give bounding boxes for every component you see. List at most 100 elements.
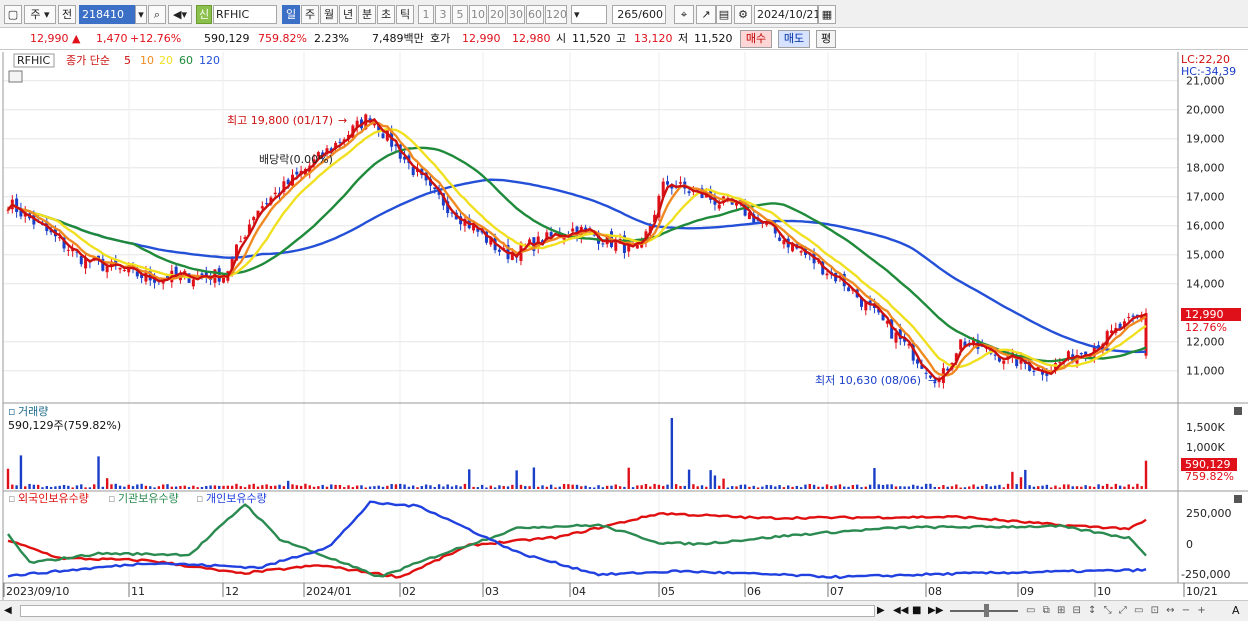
interval-button-3[interactable]: 10 bbox=[469, 5, 487, 24]
candle-body bbox=[799, 251, 803, 253]
chart-area[interactable]: RFHIC 종가 단순 5 10 20 60 120 LC:22,20 HC:-… bbox=[0, 50, 1248, 600]
interval-button-0[interactable]: 1 bbox=[418, 5, 434, 24]
stop-icon[interactable]: ■ bbox=[912, 603, 924, 619]
interval-button-5[interactable]: 30 bbox=[507, 5, 525, 24]
interval-button-4[interactable]: 20 bbox=[488, 5, 506, 24]
window-icon[interactable]: ▢ bbox=[4, 5, 22, 24]
period-button-2[interactable]: 월 bbox=[320, 5, 338, 24]
candle-body bbox=[717, 204, 721, 209]
price-tick: 12,000 bbox=[1186, 336, 1225, 349]
interval-button-1[interactable]: 3 bbox=[435, 5, 451, 24]
interval-button-2[interactable]: 5 bbox=[452, 5, 468, 24]
volume-bar bbox=[304, 483, 307, 489]
volume-bar bbox=[942, 485, 945, 489]
x-axis-label: 07 bbox=[830, 585, 844, 598]
bar-count[interactable]: 265/600 bbox=[612, 5, 666, 24]
foreign-holdings-label: 외국인보유수량 bbox=[18, 492, 89, 505]
volume-bar bbox=[838, 484, 842, 489]
volume-bar bbox=[877, 484, 880, 489]
volume-bar bbox=[256, 486, 260, 489]
crosshair-icon[interactable]: ⌖ bbox=[674, 5, 694, 24]
volume-bar bbox=[377, 485, 380, 489]
volume-bar bbox=[265, 484, 268, 489]
volume-bar bbox=[795, 485, 799, 489]
period-button-4[interactable]: 분 bbox=[358, 5, 376, 24]
scope-button[interactable]: 전 bbox=[58, 5, 76, 24]
candle-body bbox=[666, 181, 670, 185]
volume-pane-close-icon[interactable] bbox=[1234, 407, 1242, 415]
candle-body bbox=[118, 267, 122, 270]
market-select[interactable]: 주 ▾ bbox=[24, 5, 56, 24]
drawing-tools-icon[interactable]: ↗ bbox=[696, 5, 716, 24]
open-label: 시 bbox=[556, 32, 567, 45]
volume-bar bbox=[864, 486, 868, 489]
volume-bar bbox=[446, 484, 449, 489]
volume-bar bbox=[1080, 486, 1083, 489]
scroll-right-icon[interactable]: ▶ bbox=[877, 603, 889, 619]
x-axis-label: 05 bbox=[661, 585, 675, 598]
flat-button[interactable]: 평 bbox=[816, 30, 836, 48]
volume-bar bbox=[41, 487, 44, 489]
ma20-label: 20 bbox=[159, 54, 173, 67]
volume-bar bbox=[420, 486, 424, 489]
candle-body bbox=[601, 243, 605, 245]
volume-bar bbox=[670, 417, 674, 489]
volume-bar bbox=[261, 485, 264, 489]
volume-bar bbox=[545, 486, 549, 489]
volume-bar bbox=[209, 485, 212, 489]
volume-bar bbox=[989, 486, 993, 489]
zoom-slider-handle[interactable] bbox=[984, 604, 989, 617]
volume-bar bbox=[761, 486, 764, 489]
buy-button[interactable]: 매수 bbox=[740, 30, 772, 48]
candle-body bbox=[239, 241, 243, 243]
save-icon[interactable]: ▤ bbox=[716, 5, 732, 24]
volume-bar bbox=[161, 484, 165, 489]
volume-bar bbox=[696, 486, 699, 489]
period-button-6[interactable]: 틱 bbox=[396, 5, 414, 24]
stock-name-field[interactable]: RFHIC bbox=[213, 5, 277, 24]
holdings-pane-close-icon[interactable] bbox=[1234, 495, 1242, 503]
volume-bar bbox=[282, 486, 286, 489]
font-size-icon[interactable]: A bbox=[1232, 603, 1244, 619]
volume-bar bbox=[718, 485, 721, 489]
table-icon[interactable] bbox=[8, 70, 23, 83]
interval-button-6[interactable]: 60 bbox=[526, 5, 544, 24]
volume-bar bbox=[136, 484, 139, 489]
volume-bar bbox=[97, 456, 100, 489]
interval-button-7[interactable]: 120 bbox=[545, 5, 567, 24]
volume-bar bbox=[631, 487, 635, 489]
scroll-left-icon[interactable]: ◀ bbox=[4, 603, 16, 619]
period-button-3[interactable]: 년 bbox=[339, 5, 357, 24]
period-button-1[interactable]: 주 bbox=[301, 5, 319, 24]
zoom-select[interactable]: ▾ bbox=[571, 5, 607, 24]
volume-bar bbox=[567, 484, 570, 489]
volume-bar bbox=[1015, 484, 1018, 489]
volume-bar bbox=[890, 484, 893, 489]
volume-tick-1000k: 1,000K bbox=[1186, 441, 1225, 454]
horizontal-scrollbar[interactable] bbox=[20, 605, 875, 617]
volume-bar bbox=[317, 486, 320, 489]
price-tick: 16,000 bbox=[1186, 220, 1225, 233]
period-button-5[interactable]: 초 bbox=[377, 5, 395, 24]
gear-icon[interactable]: ⚙ bbox=[734, 5, 752, 24]
date-field[interactable]: 2024/10/21 bbox=[754, 5, 820, 24]
volume-bar bbox=[213, 485, 217, 489]
calendar-icon[interactable]: ▦ bbox=[818, 5, 836, 24]
fast-forward-icon[interactable]: ▶▶ bbox=[928, 603, 943, 619]
search-icon[interactable]: ⌕ bbox=[148, 5, 166, 24]
stock-code-input[interactable]: 218410 bbox=[79, 5, 135, 24]
rewind-icon[interactable]: ◀◀ bbox=[893, 603, 908, 619]
candle-body bbox=[338, 141, 342, 143]
period-button-0[interactable]: 일 bbox=[282, 5, 300, 24]
code-dropdown-icon[interactable]: ▾ bbox=[135, 5, 147, 24]
volume-bar bbox=[825, 484, 829, 489]
chart-tools-icons[interactable]: ▭ ⧉ ⊞ ⊟ ↕ ⤡ ⤢ ▭ ⊡ ↔ − + bbox=[1026, 603, 1226, 619]
volume-bar bbox=[1037, 486, 1040, 489]
volume-bar bbox=[976, 486, 980, 489]
volume-bar bbox=[752, 485, 755, 489]
volume-bar bbox=[196, 487, 199, 489]
volume-bar bbox=[269, 485, 273, 489]
volume-bar bbox=[1024, 469, 1027, 489]
speaker-icon[interactable]: ◀▾ bbox=[168, 5, 192, 24]
sell-button[interactable]: 매도 bbox=[778, 30, 810, 48]
